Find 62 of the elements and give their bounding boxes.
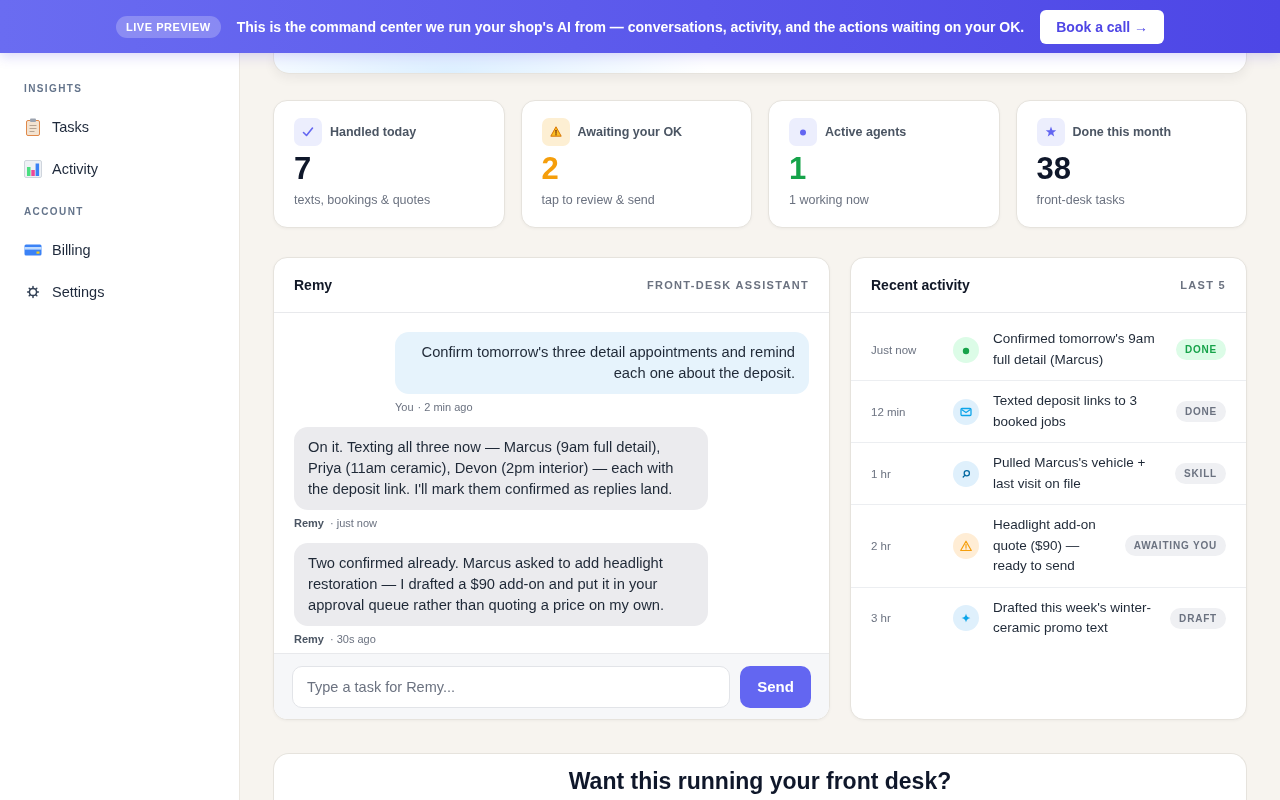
stat-value: 7 [294,151,313,187]
settings-icon [24,283,42,301]
status-badge: DONE [1175,339,1226,360]
assistant-role-label: FRONT-DESK ASSISTANT [646,279,809,291]
activity-text: Drafted this week's winter-ceramic promo text [993,598,1152,637]
chat-title: Remy [294,277,333,293]
stat-label: Done this month [1072,125,1172,139]
stat-label: Awaiting your OK [577,125,683,139]
status-badge: DONE [1175,401,1226,422]
status-badge: DRAFT [1170,607,1226,629]
activity-text: Pulled Marcus's vehicle + last visit on file [993,454,1147,493]
stat-caption: tap to review & send [541,193,656,208]
warning-icon [541,118,570,146]
sidebar-item[interactable]: Activity [24,148,219,190]
task-input-field[interactable]: Type a task for Remy... [292,665,730,708]
stat-value: 38 [1036,151,1072,187]
activity-text: Confirmed tomorrow's 9am full detail (Marcus) [993,330,1156,369]
stat-caption: texts, bookings & quotes [294,193,432,208]
sidebar-item[interactable]: Tasks [24,106,219,148]
stat-caption: 1 working now [789,193,870,208]
activity-time: 12 min [871,405,907,418]
banner-message: This is the command center we run your shop's AI from — conversations, activity, and the actions waiting on your OK. [236,18,1025,35]
sidebar-item[interactable]: Settings [24,271,219,313]
stat-label: Handled today [330,125,417,139]
section-heading: INSIGHTS [24,83,84,95]
activity-time: Just now [871,343,918,356]
status-badge: SKILL [1175,463,1226,484]
assistant-message-bubble: Two confirmed already. Marcus asked to add headlight restoration — I drafted a $90 add-on and put it in your approval queue rather than quoting a price on my own. [294,543,708,626]
activity-text: Texted deposit links to 3 booked jobs [993,392,1139,431]
live-preview-badge: LIVE PREVIEW [115,15,221,38]
stat-caption: front-desk tasks [1036,193,1126,208]
message-author: Remy [294,633,324,646]
message-author: Remy [294,517,324,530]
activity-time: 3 hr [871,612,892,624]
stat-value: 1 [789,151,808,187]
envelope-icon [953,398,979,425]
bar-chart-icon [24,160,42,178]
sidebar-item[interactable]: Billing [24,229,219,271]
status-dot-icon [953,336,979,363]
activity-time: 2 hr [871,539,892,552]
sparkle-icon [953,605,979,631]
stat-label: Active agents [825,125,907,139]
activity-count-label: LAST 5 [1180,279,1226,291]
send-button[interactable]: Send [740,665,811,708]
activity-text: Headlight add-on quote ($90) — ready to send [993,516,1097,575]
user-message-bubble: Confirm tomorrow's three detail appointments and remind each one about the deposit. [395,332,809,394]
message-time: · just now [329,517,378,530]
clipboard-icon [24,118,42,136]
cta-heading: Want this running your front desk? [567,767,953,795]
stat-value: 2 [541,151,560,187]
section-heading: ACCOUNT [24,206,85,218]
status-badge: AWAITING YOU [1124,535,1226,557]
warning-icon [953,532,979,559]
activity-time: 1 hr [871,467,892,480]
assistant-message-bubble: On it. Texting all three now — Marcus (9am full detail), Priya (11am ceramic), Devon (2pm interior) — each with the deposit link. I'll mark them confirmed as replies land. [294,427,708,510]
check-icon [294,118,322,146]
message-author: You [395,401,414,414]
book-call-button[interactable]: Book a call → [1040,9,1165,44]
message-time: · 2 min ago [417,401,473,414]
activity-title: Recent activity [871,277,970,293]
search-icon [953,460,979,487]
message-time: · 30s ago [329,633,376,646]
